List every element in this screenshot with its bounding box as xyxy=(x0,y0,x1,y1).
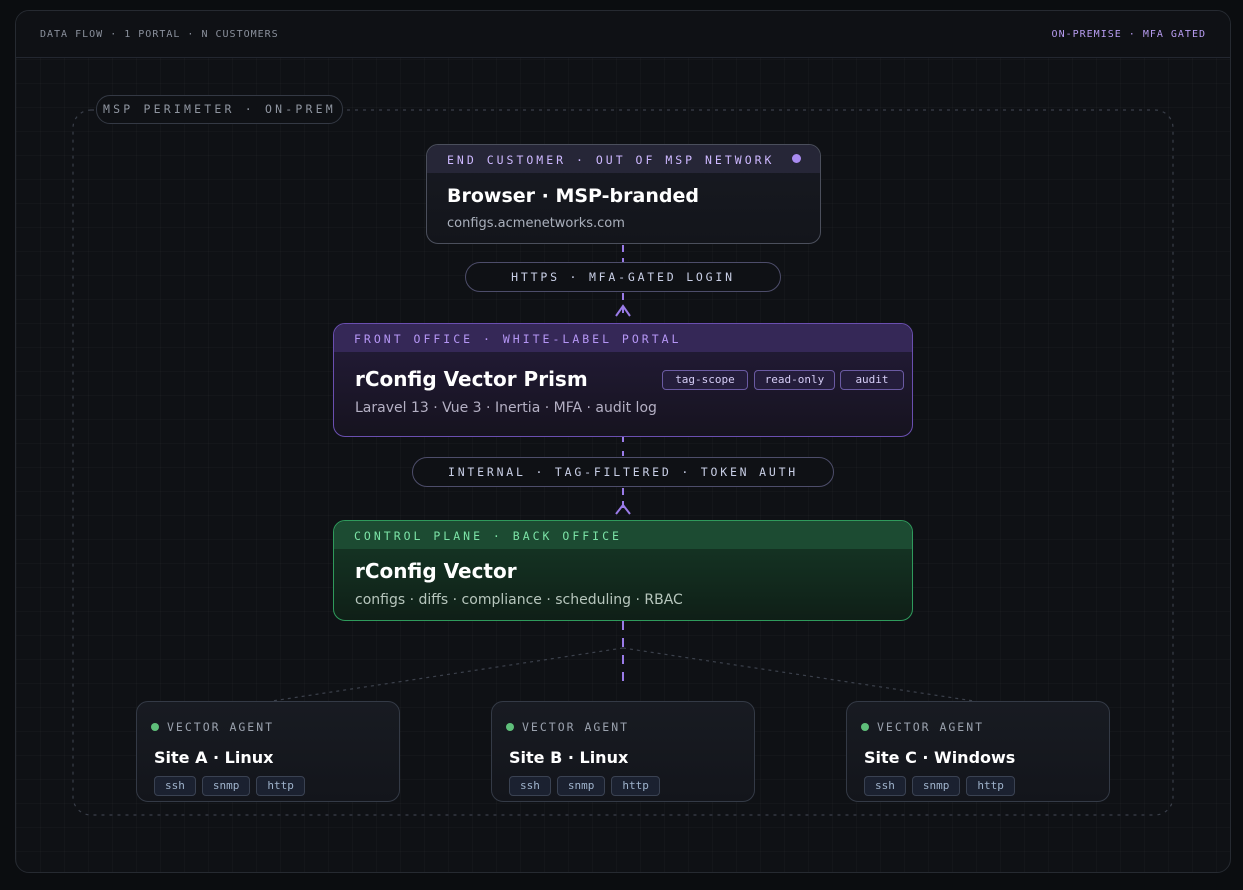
agent-node-site-b[interactable]: VECTOR AGENT Site B · Linux ssh snmp htt… xyxy=(491,701,755,802)
agent-header: VECTOR AGENT xyxy=(167,720,275,734)
agent-tags: ssh snmp http xyxy=(509,776,660,796)
browser-node-title: Browser · MSP-branded xyxy=(447,185,699,207)
perimeter-label: MSP PERIMETER · ON-PREM xyxy=(96,95,343,124)
agent-tag-snmp: snmp xyxy=(556,776,606,796)
prism-chip-read-only: read-only xyxy=(754,370,835,390)
agent-title: Site C · Windows xyxy=(864,748,1016,767)
agent-tag-ssh: ssh xyxy=(154,776,196,796)
agent-title: Site B · Linux xyxy=(509,748,629,767)
prism-node-subtitle: Laravel 13 · Vue 3 · Inertia · MFA · aud… xyxy=(355,400,657,416)
agent-tag-http: http xyxy=(611,776,660,796)
browser-node-subtitle: configs.acmenetworks.com xyxy=(447,216,625,231)
agent-tags: ssh snmp http xyxy=(864,776,1015,796)
browser-node[interactable]: END CUSTOMER · OUT OF MSP NETWORK Browse… xyxy=(426,144,821,244)
header-right-label: ON-PREMISE · MFA GATED xyxy=(1051,29,1206,40)
prism-node[interactable]: FRONT OFFICE · WHITE-LABEL PORTAL rConfi… xyxy=(333,323,913,437)
vector-node-subtitle: configs · diffs · compliance · schedulin… xyxy=(355,592,683,608)
agent-status-dot-icon xyxy=(861,723,869,731)
vector-node-title: rConfig Vector xyxy=(355,559,517,583)
agent-status-dot-icon xyxy=(506,723,514,731)
agent-title: Site A · Linux xyxy=(154,748,274,767)
prism-chip-tag-scope: tag-scope xyxy=(662,370,748,390)
agent-tag-ssh: ssh xyxy=(864,776,906,796)
browser-node-header: END CUSTOMER · OUT OF MSP NETWORK xyxy=(427,145,820,173)
vector-node[interactable]: CONTROL PLANE · BACK OFFICE rConfig Vect… xyxy=(333,520,913,621)
agent-tag-ssh: ssh xyxy=(509,776,551,796)
agent-tag-snmp: snmp xyxy=(911,776,961,796)
agent-header: VECTOR AGENT xyxy=(522,720,630,734)
agent-node-site-a[interactable]: VECTOR AGENT Site A · Linux ssh snmp htt… xyxy=(136,701,400,802)
vector-node-header: CONTROL PLANE · BACK OFFICE xyxy=(334,521,912,549)
header-left-label: DATA FLOW · 1 PORTAL · N CUSTOMERS xyxy=(40,29,279,40)
agent-header: VECTOR AGENT xyxy=(877,720,985,734)
status-dot-icon xyxy=(792,154,801,163)
link-label-https: HTTPS · MFA-GATED LOGIN xyxy=(465,262,781,292)
prism-node-title: rConfig Vector Prism xyxy=(355,367,588,391)
agent-tag-snmp: snmp xyxy=(201,776,251,796)
top-bar: DATA FLOW · 1 PORTAL · N CUSTOMERS ON-PR… xyxy=(16,11,1230,58)
prism-node-header: FRONT OFFICE · WHITE-LABEL PORTAL xyxy=(334,324,912,352)
agent-node-site-c[interactable]: VECTOR AGENT Site C · Windows ssh snmp h… xyxy=(846,701,1110,802)
link-label-internal: INTERNAL · TAG-FILTERED · TOKEN AUTH xyxy=(412,457,834,487)
agent-tag-http: http xyxy=(966,776,1015,796)
prism-chip-audit: audit xyxy=(840,370,904,390)
agent-status-dot-icon xyxy=(151,723,159,731)
agent-tag-http: http xyxy=(256,776,305,796)
agent-tags: ssh snmp http xyxy=(154,776,305,796)
